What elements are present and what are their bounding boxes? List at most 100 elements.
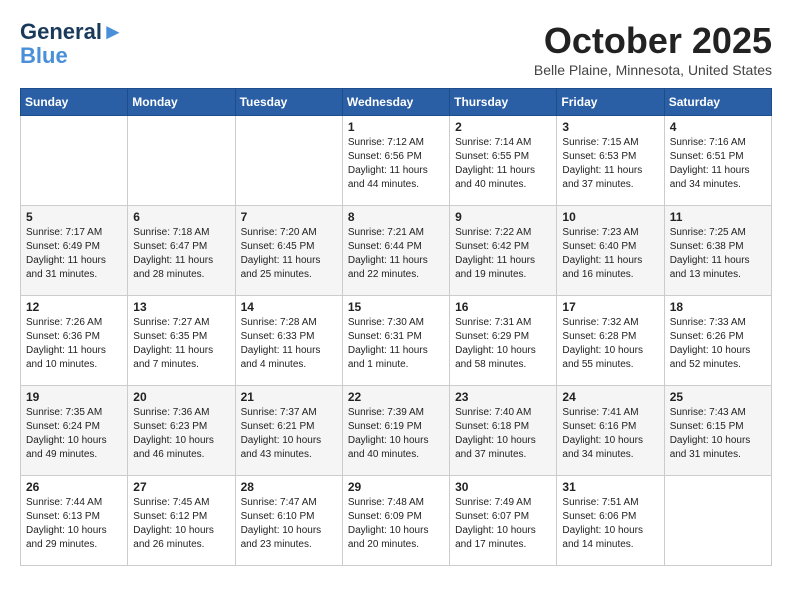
day-number: 21: [241, 390, 337, 404]
day-number: 24: [562, 390, 658, 404]
calendar-cell: 11 Sunrise: 7:25 AM Sunset: 6:38 PM Dayli…: [664, 206, 771, 296]
calendar-cell: 20 Sunrise: 7:36 AM Sunset: 6:23 PM Dayli…: [128, 386, 235, 476]
calendar-cell: 17 Sunrise: 7:32 AM Sunset: 6:28 PM Dayli…: [557, 296, 664, 386]
day-info: Sunrise: 7:27 AM Sunset: 6:35 PM Dayligh…: [133, 316, 229, 372]
day-number: 13: [133, 300, 229, 314]
day-info: Sunrise: 7:14 AM Sunset: 6:55 PM Dayligh…: [455, 136, 551, 192]
day-info: Sunrise: 7:31 AM Sunset: 6:29 PM Dayligh…: [455, 316, 551, 372]
day-info: Sunrise: 7:48 AM Sunset: 6:09 PM Dayligh…: [348, 496, 444, 552]
day-number: 14: [241, 300, 337, 314]
day-info: Sunrise: 7:16 AM Sunset: 6:51 PM Dayligh…: [670, 136, 766, 192]
day-number: 16: [455, 300, 551, 314]
day-number: 18: [670, 300, 766, 314]
day-number: 6: [133, 210, 229, 224]
day-info: Sunrise: 7:43 AM Sunset: 6:15 PM Dayligh…: [670, 406, 766, 462]
calendar-week-5: 26 Sunrise: 7:44 AM Sunset: 6:13 PM Dayli…: [21, 476, 772, 566]
day-info: Sunrise: 7:51 AM Sunset: 6:06 PM Dayligh…: [562, 496, 658, 552]
day-info: Sunrise: 7:41 AM Sunset: 6:16 PM Dayligh…: [562, 406, 658, 462]
day-number: 31: [562, 480, 658, 494]
calendar-cell: 21Sunrise: 7:37 AM Sunset: 6:21 PM Dayli…: [235, 386, 342, 476]
location: Belle Plaine, Minnesota, United States: [534, 62, 772, 78]
calendar-body: 1Sunrise: 7:12 AM Sunset: 6:56 PM Daylig…: [21, 116, 772, 566]
day-number: 8: [348, 210, 444, 224]
day-info: Sunrise: 7:40 AM Sunset: 6:18 PM Dayligh…: [455, 406, 551, 462]
day-number: 28: [241, 480, 337, 494]
calendar-cell: 14 Sunrise: 7:28 AM Sunset: 6:33 PM Dayli…: [235, 296, 342, 386]
logo-text: General►: [20, 20, 124, 44]
day-number: 30: [455, 480, 551, 494]
day-number: 10: [562, 210, 658, 224]
day-header-wednesday: Wednesday: [342, 89, 449, 116]
day-number: 19: [26, 390, 122, 404]
calendar-table: SundayMondayTuesdayWednesdayThursdayFrid…: [20, 88, 772, 566]
calendar-cell: [235, 116, 342, 206]
day-info: Sunrise: 7:25 AM Sunset: 6:38 PM Dayligh…: [670, 226, 766, 282]
day-header-tuesday: Tuesday: [235, 89, 342, 116]
calendar-cell: 31 Sunrise: 7:51 AM Sunset: 6:06 PM Dayli…: [557, 476, 664, 566]
day-number: 22: [348, 390, 444, 404]
day-info: Sunrise: 7:39 AM Sunset: 6:19 PM Dayligh…: [348, 406, 444, 462]
day-info: Sunrise: 7:35 AM Sunset: 6:24 PM Dayligh…: [26, 406, 122, 462]
calendar-cell: 15Sunrise: 7:30 AM Sunset: 6:31 PM Dayli…: [342, 296, 449, 386]
day-info: Sunrise: 7:23 AM Sunset: 6:40 PM Dayligh…: [562, 226, 658, 282]
calendar-week-4: 19 Sunrise: 7:35 AM Sunset: 6:24 PM Dayli…: [21, 386, 772, 476]
day-info: Sunrise: 7:30 AM Sunset: 6:31 PM Dayligh…: [348, 316, 444, 372]
logo-blue: Blue: [20, 44, 68, 68]
day-info: Sunrise: 7:36 AM Sunset: 6:23 PM Dayligh…: [133, 406, 229, 462]
calendar-week-3: 12Sunrise: 7:26 AM Sunset: 6:36 PM Dayli…: [21, 296, 772, 386]
day-number: 7: [241, 210, 337, 224]
calendar-header-row: SundayMondayTuesdayWednesdayThursdayFrid…: [21, 89, 772, 116]
calendar-cell: 19 Sunrise: 7:35 AM Sunset: 6:24 PM Dayli…: [21, 386, 128, 476]
day-number: 25: [670, 390, 766, 404]
day-header-monday: Monday: [128, 89, 235, 116]
day-number: 23: [455, 390, 551, 404]
day-number: 20: [133, 390, 229, 404]
calendar-cell: 8 Sunrise: 7:21 AM Sunset: 6:44 PM Daylig…: [342, 206, 449, 296]
calendar-week-1: 1Sunrise: 7:12 AM Sunset: 6:56 PM Daylig…: [21, 116, 772, 206]
day-info: Sunrise: 7:28 AM Sunset: 6:33 PM Dayligh…: [241, 316, 337, 372]
day-info: Sunrise: 7:47 AM Sunset: 6:10 PM Dayligh…: [241, 496, 337, 552]
day-info: Sunrise: 7:33 AM Sunset: 6:26 PM Dayligh…: [670, 316, 766, 372]
calendar-cell: 1Sunrise: 7:12 AM Sunset: 6:56 PM Daylig…: [342, 116, 449, 206]
day-info: Sunrise: 7:20 AM Sunset: 6:45 PM Dayligh…: [241, 226, 337, 282]
day-number: 4: [670, 120, 766, 134]
calendar-week-2: 5Sunrise: 7:17 AM Sunset: 6:49 PM Daylig…: [21, 206, 772, 296]
day-info: Sunrise: 7:44 AM Sunset: 6:13 PM Dayligh…: [26, 496, 122, 552]
day-header-saturday: Saturday: [664, 89, 771, 116]
calendar-cell: 18 Sunrise: 7:33 AM Sunset: 6:26 PM Dayli…: [664, 296, 771, 386]
day-header-sunday: Sunday: [21, 89, 128, 116]
day-info: Sunrise: 7:22 AM Sunset: 6:42 PM Dayligh…: [455, 226, 551, 282]
day-info: Sunrise: 7:32 AM Sunset: 6:28 PM Dayligh…: [562, 316, 658, 372]
header: General► Blue October 2025 Belle Plaine,…: [20, 20, 772, 78]
calendar-cell: 25 Sunrise: 7:43 AM Sunset: 6:15 PM Dayli…: [664, 386, 771, 476]
day-number: 17: [562, 300, 658, 314]
day-number: 29: [348, 480, 444, 494]
calendar-cell: 6Sunrise: 7:18 AM Sunset: 6:47 PM Daylig…: [128, 206, 235, 296]
calendar-cell: 3 Sunrise: 7:15 AM Sunset: 6:53 PM Daylig…: [557, 116, 664, 206]
day-number: 12: [26, 300, 122, 314]
day-info: Sunrise: 7:49 AM Sunset: 6:07 PM Dayligh…: [455, 496, 551, 552]
day-info: Sunrise: 7:17 AM Sunset: 6:49 PM Dayligh…: [26, 226, 122, 282]
day-info: Sunrise: 7:21 AM Sunset: 6:44 PM Dayligh…: [348, 226, 444, 282]
calendar-cell: 26 Sunrise: 7:44 AM Sunset: 6:13 PM Dayli…: [21, 476, 128, 566]
month-year: October 2025: [534, 20, 772, 62]
day-number: 3: [562, 120, 658, 134]
calendar-cell: 2 Sunrise: 7:14 AM Sunset: 6:55 PM Daylig…: [450, 116, 557, 206]
day-number: 9: [455, 210, 551, 224]
calendar-cell: 7 Sunrise: 7:20 AM Sunset: 6:45 PM Daylig…: [235, 206, 342, 296]
day-info: Sunrise: 7:15 AM Sunset: 6:53 PM Dayligh…: [562, 136, 658, 192]
calendar-cell: 30 Sunrise: 7:49 AM Sunset: 6:07 PM Dayli…: [450, 476, 557, 566]
calendar-cell: [128, 116, 235, 206]
calendar-cell: 12Sunrise: 7:26 AM Sunset: 6:36 PM Dayli…: [21, 296, 128, 386]
day-number: 26: [26, 480, 122, 494]
calendar-cell: 9 Sunrise: 7:22 AM Sunset: 6:42 PM Daylig…: [450, 206, 557, 296]
day-number: 27: [133, 480, 229, 494]
calendar-cell: [21, 116, 128, 206]
calendar-cell: 5Sunrise: 7:17 AM Sunset: 6:49 PM Daylig…: [21, 206, 128, 296]
day-number: 1: [348, 120, 444, 134]
title-area: October 2025 Belle Plaine, Minnesota, Un…: [534, 20, 772, 78]
day-number: 2: [455, 120, 551, 134]
calendar-cell: 4 Sunrise: 7:16 AM Sunset: 6:51 PM Daylig…: [664, 116, 771, 206]
day-number: 11: [670, 210, 766, 224]
calendar-cell: 23 Sunrise: 7:40 AM Sunset: 6:18 PM Dayli…: [450, 386, 557, 476]
